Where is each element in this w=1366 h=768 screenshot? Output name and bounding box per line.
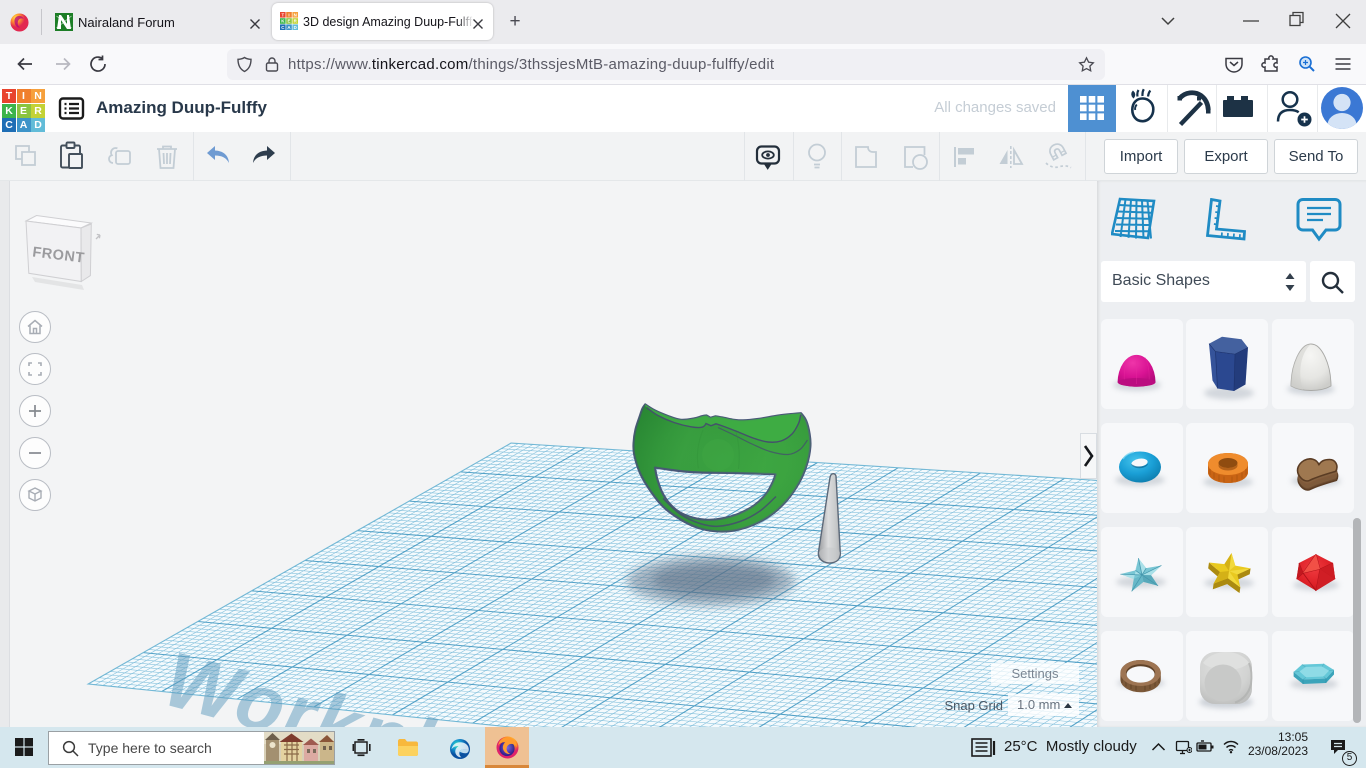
svg-text:T: T	[281, 12, 284, 17]
svg-text:E: E	[288, 19, 291, 24]
svg-text:I: I	[288, 12, 289, 17]
svg-text:N: N	[294, 12, 297, 17]
svg-text:D: D	[294, 25, 297, 30]
